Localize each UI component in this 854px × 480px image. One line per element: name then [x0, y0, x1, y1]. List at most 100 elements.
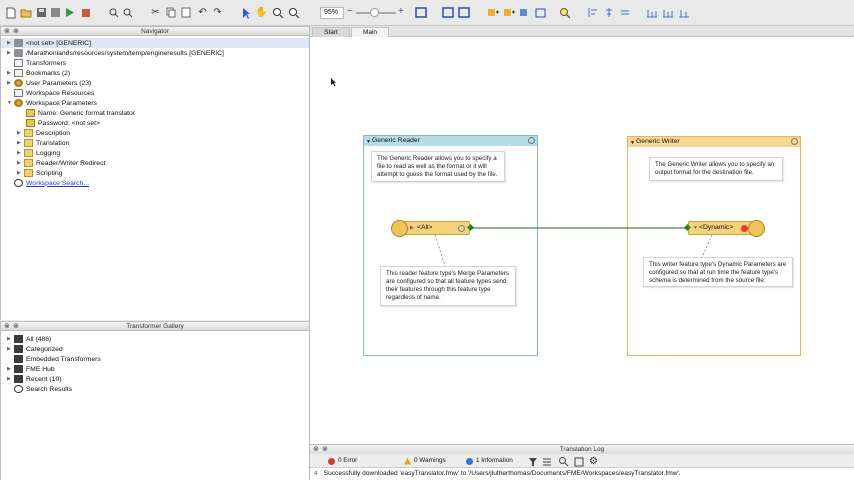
- expand-arrow-icon[interactable]: ▶: [7, 366, 14, 372]
- distribute-vertical-icon[interactable]: [661, 6, 674, 19]
- log-message: Successfully downloaded 'easyTranslator.…: [323, 470, 681, 477]
- float-pane-icon[interactable]: ⊗: [13, 323, 19, 330]
- gallery-item-fme-hub[interactable]: ▶ FME Hub: [1, 364, 55, 374]
- expand-arrow-icon[interactable]: ▶: [7, 376, 14, 382]
- nav-item-name[interactable]: Name: Generic format translator: [1, 108, 135, 118]
- align-right-icon[interactable]: [618, 6, 631, 19]
- copy-icon[interactable]: [164, 6, 177, 19]
- expand-arrow-icon[interactable]: ▶: [17, 160, 24, 166]
- nav-item-source-path[interactable]: ▶/Marathonlands/resources/system/temp/en…: [1, 48, 224, 58]
- nav-item-transformers[interactable]: Transformers: [1, 58, 66, 68]
- navigator-tree: ▶ <not set> [GENERIC] ▶/Marathonlands/res…: [0, 36, 310, 320]
- log-search-icon[interactable]: [557, 455, 570, 468]
- gallery-item-recent[interactable]: ▶ Recent (10): [1, 374, 62, 384]
- nav-item-workspace-resources[interactable]: Workspace Resources: [1, 88, 94, 98]
- expand-arrow-icon[interactable]: ▶: [7, 50, 14, 56]
- expand-arrow-icon[interactable]: ▶: [17, 170, 24, 176]
- nav-item-workspace-parameters[interactable]: ▼ Workspace Parameters: [1, 98, 97, 108]
- workspace-canvas[interactable]: ▼ Generic Reader The Generic Reader allo…: [310, 37, 854, 444]
- log-options-icon[interactable]: [540, 455, 553, 468]
- close-pane-icon[interactable]: ⊗: [313, 446, 319, 453]
- expand-arrow-icon[interactable]: ▶: [7, 346, 14, 352]
- add-feature-type-icon[interactable]: [518, 6, 531, 19]
- overview-icon[interactable]: [457, 6, 470, 19]
- information-filter-toggle[interactable]: 1 Information: [466, 456, 513, 466]
- zoom-in-icon[interactable]: [271, 6, 284, 19]
- expand-arrow-icon[interactable]: ▶: [7, 40, 14, 46]
- zoom-out-icon[interactable]: [287, 6, 300, 19]
- align-bottom-icon[interactable]: [677, 6, 690, 19]
- save-icon[interactable]: [35, 6, 48, 19]
- transformer-list-icon: [14, 355, 23, 363]
- new-file-icon[interactable]: [4, 6, 17, 19]
- pan-hand-icon[interactable]: ✋: [255, 6, 268, 19]
- expand-arrow-icon[interactable]: ▶: [7, 70, 14, 76]
- zoom-to-fit-icon[interactable]: [414, 6, 427, 19]
- add-reader-icon[interactable]: [486, 6, 499, 19]
- select-pointer-icon[interactable]: [240, 6, 253, 19]
- error-icon: [328, 457, 335, 465]
- search-transformers-icon[interactable]: [558, 6, 571, 19]
- gallery-item-categorized[interactable]: ▶ Categorized: [1, 344, 63, 354]
- zoom-decrease-button[interactable]: −: [347, 6, 353, 17]
- save-as-icon[interactable]: [49, 6, 62, 19]
- error-filter-toggle[interactable]: 0 Error: [328, 456, 357, 466]
- close-pane-icon[interactable]: ⊗: [4, 28, 10, 35]
- nav-item-translation[interactable]: ▶ Translation: [1, 138, 69, 148]
- expand-arrow-icon[interactable]: ▶: [7, 80, 14, 86]
- zoom-slider-handle[interactable]: [370, 8, 379, 17]
- nav-item-password[interactable]: Password: <not set>: [1, 118, 100, 128]
- expand-arrow-icon[interactable]: ▶: [7, 336, 14, 342]
- expand-arrow-icon[interactable]: ▶: [17, 130, 24, 136]
- log-filter-icon[interactable]: [526, 455, 539, 468]
- align-center-icon[interactable]: [602, 6, 615, 19]
- nav-item-description[interactable]: ▶ Description: [1, 128, 70, 138]
- cut-icon[interactable]: ✂: [149, 6, 162, 19]
- nav-item-bookmarks[interactable]: ▶ Bookmarks (2): [1, 68, 70, 78]
- run-icon[interactable]: [63, 6, 76, 19]
- workspace-icon: [14, 39, 23, 47]
- zoom-input[interactable]: 95%: [320, 7, 344, 19]
- nav-item-workspace-search[interactable]: Workspace Search...: [1, 178, 89, 188]
- nav-item-logging[interactable]: ▶ Logging: [1, 148, 60, 158]
- zoom-increase-button[interactable]: +: [398, 6, 404, 17]
- zoom-selection-icon[interactable]: [441, 6, 454, 19]
- align-left-icon[interactable]: [586, 6, 599, 19]
- stop-icon[interactable]: [79, 6, 92, 19]
- nav-item-scripting[interactable]: ▶ Scripting: [1, 168, 62, 178]
- log-copy-icon[interactable]: [572, 455, 585, 468]
- expand-arrow-icon[interactable]: ▶: [17, 140, 24, 146]
- find-icon[interactable]: [121, 6, 134, 19]
- nav-item-workspace[interactable]: ▶ <not set> [GENERIC]: [1, 38, 309, 48]
- collapse-arrow-icon[interactable]: ▼: [7, 100, 14, 106]
- workspace-icon: [14, 49, 23, 57]
- expand-arrow-icon[interactable]: ▶: [17, 150, 24, 156]
- recent-icon: [14, 375, 23, 383]
- gallery-item-search-results[interactable]: Search Results: [1, 384, 72, 394]
- float-pane-icon[interactable]: ⊗: [322, 446, 328, 453]
- information-icon: [466, 457, 473, 465]
- log-settings-gear-icon[interactable]: ⚙: [587, 455, 600, 468]
- add-writer-icon[interactable]: [502, 6, 515, 19]
- undo-icon[interactable]: ↶: [196, 6, 209, 19]
- gallery-item-all[interactable]: ▶ All (486): [1, 334, 51, 344]
- nav-item-user-parameters[interactable]: ▶ User Parameters (23): [1, 78, 91, 88]
- navigator-header: ⊗ ⊗ Navigator: [0, 26, 310, 36]
- transformer-icon: [14, 59, 23, 67]
- inspect-icon[interactable]: [107, 6, 120, 19]
- gallery-item-embedded[interactable]: Embedded Transformers: [1, 354, 101, 364]
- redo-icon[interactable]: ↷: [211, 6, 224, 19]
- open-folder-icon[interactable]: [19, 6, 32, 19]
- bookmark-icon: [14, 69, 23, 77]
- nav-item-reader-writer-redirect[interactable]: ▶ Reader/Writer Redirect: [1, 158, 105, 168]
- connection-layer: [434, 227, 713, 267]
- warning-filter-toggle[interactable]: 0 Warnings: [404, 456, 446, 466]
- tab-start[interactable]: Start: [312, 27, 350, 37]
- distribute-horizontal-icon[interactable]: [645, 6, 658, 19]
- close-pane-icon[interactable]: ⊗: [4, 323, 10, 330]
- add-bookmark-icon[interactable]: [534, 6, 547, 19]
- paste-icon[interactable]: [179, 6, 192, 19]
- tab-main[interactable]: Main: [351, 27, 389, 37]
- float-pane-icon[interactable]: ⊗: [13, 28, 19, 35]
- gallery-header: ⊗ ⊗ Transformer Gallery: [0, 321, 310, 331]
